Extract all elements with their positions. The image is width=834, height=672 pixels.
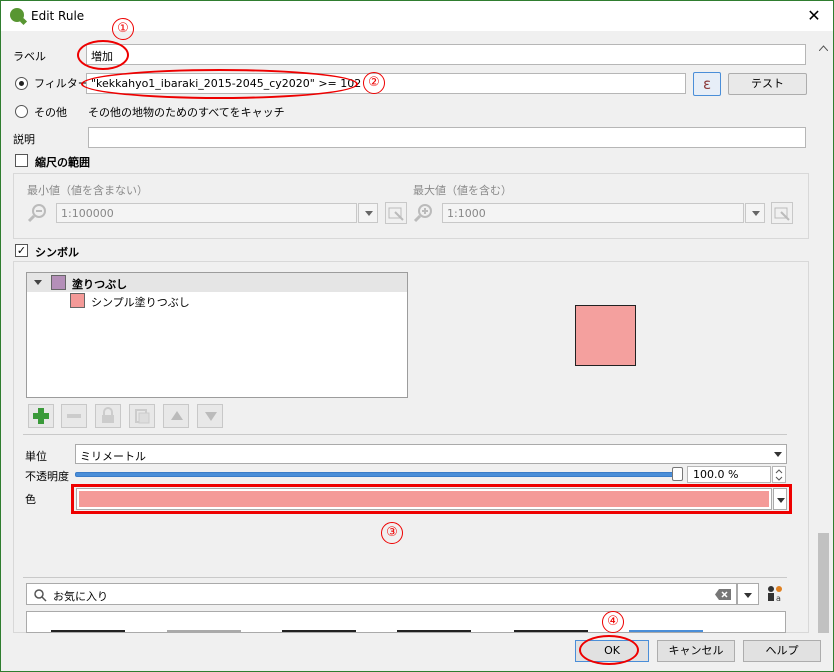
svg-text:a: a <box>776 594 781 603</box>
add-layer-button[interactable] <box>28 404 54 428</box>
clear-icon[interactable] <box>715 589 731 600</box>
opacity-spin-buttons[interactable] <box>772 466 786 483</box>
annotation-ellipse-4 <box>579 635 639 665</box>
color-label: 色 <box>25 493 36 506</box>
remove-layer-button[interactable] <box>61 404 87 428</box>
unit-label: 単位 <box>25 450 47 463</box>
tree-item-simple-fill[interactable]: シンプル塗りつぶし <box>27 292 407 311</box>
favorites-search-input[interactable]: お気に入り <box>26 583 737 605</box>
symbol-layer-tree: 塗りつぶし シンプル塗りつぶし <box>26 272 408 398</box>
chevron-down-icon <box>744 593 752 598</box>
favorite-symbol[interactable] <box>51 630 125 632</box>
color-button[interactable] <box>76 488 772 510</box>
favorites-dropdown[interactable] <box>737 583 759 605</box>
max-scale-dropdown[interactable] <box>745 203 765 223</box>
max-scale-combo[interactable]: 1:1000 <box>442 203 744 223</box>
annotation-number-3: ③ <box>381 522 403 544</box>
move-down-button[interactable] <box>197 404 223 428</box>
else-label: その他 <box>34 106 67 119</box>
symbol-header: シンボル <box>35 246 79 259</box>
tree-item-fill[interactable]: 塗りつぶし <box>27 273 407 292</box>
dialog-scrollbar[interactable] <box>815 41 832 635</box>
favorite-symbol[interactable] <box>167 630 241 632</box>
annotation-number-2: ② <box>363 72 385 94</box>
unit-combo[interactable]: ミリメートル <box>75 444 787 464</box>
qgis-logo-icon <box>10 8 24 22</box>
fill-swatch <box>51 275 66 290</box>
duplicate-layer-button[interactable] <box>129 404 155 428</box>
annotation-ellipse-2 <box>81 69 358 99</box>
filter-radio[interactable] <box>15 77 28 90</box>
edit-rule-dialog: Edit Rule ✕ ラベル 増加 ① フィルター "kekkahyo1_ib… <box>0 0 834 672</box>
min-scale-combo[interactable]: 1:100000 <box>56 203 357 223</box>
else-radio[interactable] <box>15 105 28 118</box>
tree-item-fill-label: 塗りつぶし <box>72 278 128 291</box>
opacity-slider[interactable] <box>75 472 681 477</box>
chevron-down-icon <box>777 498 785 503</box>
symbol-preview <box>575 305 636 366</box>
unit-value: ミリメートル <box>80 450 146 463</box>
scroll-up-icon[interactable] <box>819 45 828 51</box>
favorite-symbol[interactable] <box>514 630 588 632</box>
chevron-down-icon <box>365 211 373 216</box>
chevron-down-icon <box>752 211 760 216</box>
zoom-out-icon <box>27 202 49 224</box>
opacity-label: 不透明度 <box>25 470 69 483</box>
else-description: その他の地物のためのすべてをキャッチ <box>88 106 285 119</box>
window-title: Edit Rule <box>31 9 85 23</box>
label-input[interactable]: 増加 <box>86 44 806 65</box>
annotation-ellipse-1 <box>77 40 129 70</box>
chevron-down-icon <box>774 452 782 457</box>
arrow-down-icon <box>205 412 217 421</box>
divider <box>23 434 787 435</box>
min-scale-value: 1:100000 <box>61 207 114 220</box>
favorites-search-text: お気に入り <box>53 590 108 603</box>
min-scale-from-map-button[interactable] <box>385 202 407 224</box>
color-menu-button[interactable] <box>773 488 787 510</box>
scrollbar-thumb[interactable] <box>818 533 829 633</box>
scale-range-header: 縮尺の範囲 <box>35 156 90 169</box>
help-button[interactable]: ヘルプ <box>743 640 821 662</box>
zoom-in-icon <box>413 202 435 224</box>
search-icon <box>34 589 47 602</box>
expand-arrow-icon[interactable] <box>34 280 42 285</box>
max-scale-value: 1:1000 <box>447 207 486 220</box>
favorite-symbol[interactable] <box>397 630 471 632</box>
cancel-button[interactable]: キャンセル <box>657 640 735 662</box>
expression-builder-button[interactable]: ε <box>693 72 721 96</box>
description-input[interactable] <box>88 127 806 148</box>
favorite-symbol[interactable] <box>629 630 703 632</box>
min-scale-label: 最小値（値を含まない） <box>27 184 148 197</box>
simple-fill-swatch <box>70 293 85 308</box>
tree-item-simple-fill-label: シンプル塗りつぶし <box>91 296 190 309</box>
symbol-checkbox[interactable]: ✓ <box>15 244 28 257</box>
max-scale-label: 最大値（値を含む） <box>413 184 512 197</box>
favorite-symbol[interactable] <box>282 630 356 632</box>
opacity-spinbox[interactable]: 100.0 % <box>687 466 771 483</box>
style-manager-icon[interactable]: a <box>765 584 785 604</box>
annotation-number-1: ① <box>112 18 134 40</box>
opacity-slider-handle[interactable] <box>672 467 683 481</box>
min-scale-dropdown[interactable] <box>358 203 378 223</box>
annotation-number-4: ④ <box>602 611 624 633</box>
scale-range-checkbox[interactable] <box>15 154 28 167</box>
label-field-label: ラベル <box>13 50 46 63</box>
divider <box>23 577 787 578</box>
close-button[interactable]: ✕ <box>803 6 825 26</box>
test-button[interactable]: テスト <box>728 73 807 95</box>
max-scale-from-map-button[interactable] <box>771 202 793 224</box>
favorites-symbol-list <box>26 611 786 633</box>
arrow-up-icon <box>171 411 183 420</box>
lock-layer-button[interactable] <box>95 404 121 428</box>
description-label: 説明 <box>13 133 35 146</box>
color-swatch <box>79 491 769 507</box>
move-up-button[interactable] <box>163 404 189 428</box>
